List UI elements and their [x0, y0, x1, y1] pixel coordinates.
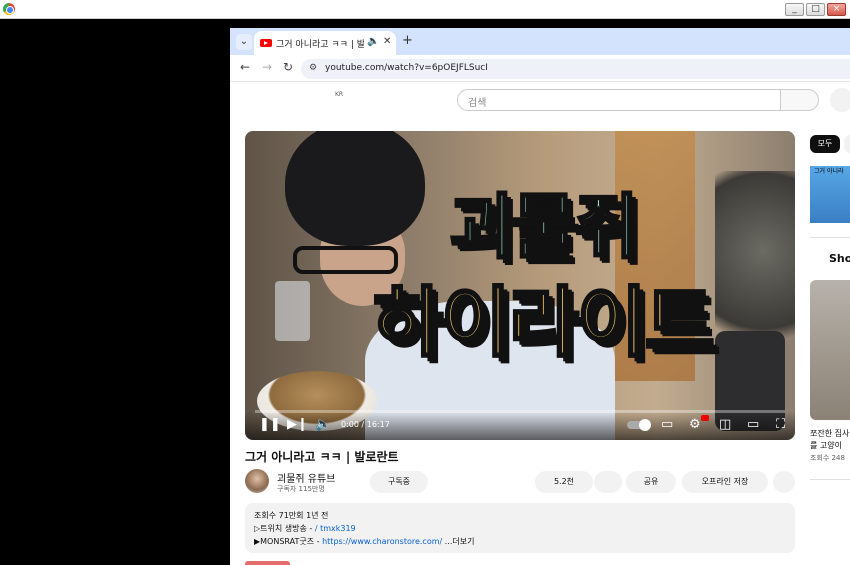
- next-icon[interactable]: ▶❙: [287, 418, 308, 431]
- hd-badge: [701, 415, 709, 421]
- tab-title: 그거 아니라고 ㅋㅋ | 발로란트 - YouTube: [276, 40, 364, 50]
- tab-strip: ⌄ 그거 아니라고 ㅋㅋ | 발로란트 - YouTube 🔈 ✕ +: [230, 28, 850, 55]
- share-button[interactable]: 공유: [626, 471, 676, 493]
- close-icon[interactable]: ✕: [383, 36, 391, 47]
- thumbnail-title-line1: 괴물쥐: [448, 185, 640, 270]
- scene-cup: [275, 281, 310, 341]
- twitch-link[interactable]: / tmxk319: [315, 524, 356, 533]
- player-controls: ❚❚ ▶❙ 🔈 0:00 / 16:17 ▭ ⚙ ◫ ▭ ⛶: [245, 411, 795, 440]
- minimize-button[interactable]: _: [785, 3, 804, 16]
- new-tab-button[interactable]: +: [402, 33, 413, 48]
- reload-icon[interactable]: ↻: [283, 60, 293, 74]
- store-link[interactable]: https://www.charonstore.com/: [322, 537, 442, 546]
- more-actions-button[interactable]: [773, 471, 795, 493]
- back-icon[interactable]: ←: [240, 60, 250, 74]
- short-thumbnail[interactable]: [810, 280, 850, 420]
- divider: [810, 237, 850, 238]
- description-box[interactable]: 조회수 71만회 1년 전 ▷트위치 생방송 - / tmxk319 ▶MONS…: [245, 503, 795, 553]
- address-bar[interactable]: ⚙ youtube.com/watch?v=6pOEJFLSucI: [301, 59, 850, 79]
- chip-next[interactable]: [844, 135, 850, 153]
- region-label: KR: [335, 91, 344, 98]
- channel-avatar[interactable]: [245, 469, 269, 493]
- close-button[interactable]: ×: [827, 3, 846, 16]
- subscribed-button[interactable]: 구독중: [370, 471, 428, 493]
- description-line-1: ▷트위치 생방송 - / tmxk319: [254, 523, 356, 534]
- theater-mode-icon[interactable]: ▭: [747, 418, 759, 431]
- site-info-icon[interactable]: ⚙: [309, 63, 317, 73]
- chip-all[interactable]: 모두: [810, 135, 840, 153]
- playlist-label: 그거 아니라: [814, 168, 844, 175]
- thumbnail-title-line2: 하이라이트: [372, 277, 717, 369]
- tab-youtube[interactable]: 그거 아니라고 ㅋㅋ | 발로란트 - YouTube 🔈 ✕: [254, 31, 396, 55]
- subscriber-count: 구독자 115만명: [277, 485, 325, 493]
- window-titlebar: _ □ ×: [0, 0, 850, 19]
- subtitles-icon[interactable]: ▭: [661, 418, 673, 431]
- video-player[interactable]: 괴물쥐 하이라이트 ❚❚ ▶❙ 🔈 0:00 / 16:17 ▭ ⚙ ◫ ▭ ⛶: [245, 131, 795, 440]
- short-views: 조회수 248: [810, 454, 845, 462]
- short-title-line-2[interactable]: 를 고양이: [810, 440, 842, 451]
- speaker-icon[interactable]: 🔈: [367, 36, 379, 47]
- chrome-app-icon: [3, 3, 15, 15]
- browser-window: ⌄ 그거 아니라고 ㅋㅋ | 발로란트 - YouTube 🔈 ✕ + ← → …: [230, 28, 850, 565]
- short-title-line-1[interactable]: 쪼잔한 집사: [810, 428, 849, 439]
- voice-search-button[interactable]: [830, 88, 850, 112]
- show-more-button[interactable]: ...더보기: [445, 537, 475, 546]
- search-placeholder: 검색: [468, 98, 487, 109]
- next-item-thumbnail-edge: [245, 561, 290, 565]
- channel-name[interactable]: 괴물쥐 유튜브: [277, 470, 335, 485]
- video-title: 그거 아니라고 ㅋㅋ | 발로란트: [245, 450, 399, 464]
- autoplay-toggle[interactable]: [627, 419, 651, 431]
- shorts-heading: Sho: [829, 252, 850, 265]
- fullscreen-icon[interactable]: ⛶: [776, 418, 785, 431]
- like-button[interactable]: 5.2천: [535, 471, 593, 493]
- progress-bar[interactable]: [255, 410, 785, 413]
- dislike-button[interactable]: [594, 471, 622, 493]
- youtube-header: KR 검색: [230, 82, 850, 122]
- volume-icon[interactable]: 🔈: [315, 418, 331, 431]
- browser-toolbar: ← → ↻ ⚙ youtube.com/watch?v=6pOEJFLSucI: [230, 55, 850, 82]
- pause-icon[interactable]: ❚❚: [259, 418, 281, 431]
- youtube-favicon-icon: [260, 39, 272, 47]
- maximize-button[interactable]: □: [806, 3, 825, 16]
- divider: [810, 479, 850, 480]
- tab-search-chevron-icon[interactable]: ⌄: [236, 34, 252, 50]
- url-text: youtube.com/watch?v=6pOEJFLSucI: [325, 63, 488, 73]
- time-display: 0:00 / 16:17: [341, 420, 390, 429]
- forward-icon[interactable]: →: [262, 60, 272, 74]
- view-stats: 조회수 71만회 1년 전: [254, 511, 329, 520]
- offline-save-button[interactable]: 오프라인 저장: [682, 471, 768, 493]
- miniplayer-icon[interactable]: ◫: [719, 418, 731, 431]
- description-text: ▷트위치 생방송 -: [254, 524, 315, 533]
- description-line-2: ▶MONSRAT굿즈 - https://www.charonstore.com…: [254, 536, 474, 547]
- search-input[interactable]: 검색: [457, 89, 781, 111]
- search-button[interactable]: [781, 89, 819, 111]
- settings-icon[interactable]: ⚙: [689, 418, 701, 431]
- description-text: ▶MONSRAT굿즈 -: [254, 537, 323, 546]
